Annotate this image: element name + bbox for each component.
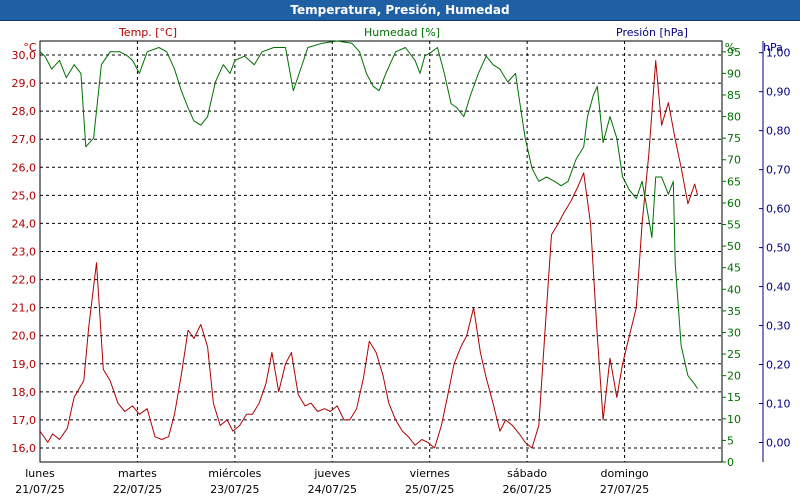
temperature-tick-label: 17,0 [12, 414, 37, 427]
temperature-ticks: 16,0 17,0 18,0 19,0 20,0 21,0 22,0 23,0 24,0 25,0… [12, 49, 37, 455]
pressure-tick-label: 0,30 [766, 320, 791, 333]
chart-svg: Temp. [°C] Humedad [%] Presión [hPa] °C … [12, 26, 791, 496]
humidity-tick-label: 85 [727, 89, 741, 102]
day-label: lunes [25, 467, 55, 480]
humidity-tick-label: 65 [727, 175, 741, 188]
humidity-tick-label: 20 [727, 370, 741, 383]
temperature-tick-label: 30,0 [12, 49, 37, 62]
date-label: 25/07/25 [405, 483, 454, 496]
temperature-tick-label: 22,0 [12, 274, 37, 287]
pressure-tick-label: 0,60 [766, 203, 791, 216]
humidity-tick-label: 40 [727, 283, 741, 296]
pressure-tick-label: 0,70 [766, 164, 791, 177]
temperature-tick-label: 25,0 [12, 189, 37, 202]
humidity-tick-label: 5 [727, 434, 734, 447]
pressure-tick-label: 0,10 [766, 398, 791, 411]
pressure-tick-label: 0,40 [766, 281, 791, 294]
day-label: miércoles [208, 467, 261, 480]
temperature-tick-label: 18,0 [12, 386, 37, 399]
humidity-tick-label: 60 [727, 197, 741, 210]
humidity-tick-label: 50 [727, 240, 741, 253]
date-label: 23/07/25 [210, 483, 259, 496]
day-label: martes [118, 467, 157, 480]
date-label: 26/07/25 [502, 483, 551, 496]
humidity-tick-label: 15 [727, 391, 741, 404]
humidity-tick-label: 45 [727, 262, 741, 275]
pressure-tick-label: 0,80 [766, 125, 791, 138]
humidity-tick-label: 80 [727, 111, 741, 124]
humidity-tick-label: 95 [727, 46, 741, 59]
x-axis-labels: lunes 21/07/25 martes 22/07/25 miércoles 23/0… [15, 467, 649, 496]
date-label: 27/07/25 [600, 483, 649, 496]
humidity-series-line [39, 40, 699, 389]
pressure-axis-label: Presión [hPa] [616, 26, 688, 39]
pressure-tick-label: 0,20 [766, 359, 791, 372]
temperature-series-line [39, 60, 699, 449]
humidity-tick-label: 10 [727, 413, 741, 426]
day-label: jueves [313, 467, 350, 480]
date-label: 22/07/25 [113, 483, 162, 496]
temperature-tick-label: 24,0 [12, 217, 37, 230]
humidity-tick-label: 25 [727, 348, 741, 361]
temperature-tick-label: 21,0 [12, 302, 37, 315]
pressure-ticks: 0,00 0,10 0,20 0,30 0,40 0,50 0,60 0,70 0,80 0,90… [759, 47, 791, 450]
pressure-tick-label: 1,00 [766, 47, 791, 60]
pressure-tick-label: 0,90 [766, 86, 791, 99]
date-label: 21/07/25 [15, 483, 64, 496]
day-label: sábado [507, 467, 547, 480]
pressure-tick-label: 0,50 [766, 242, 791, 255]
temperature-tick-label: 19,0 [12, 358, 37, 371]
humidity-tick-label: 70 [727, 154, 741, 167]
humidity-axis-label: Humedad [%] [364, 26, 440, 39]
chart-window: Temperatura, Presión, Humedad Temp. [°C]… [0, 0, 800, 500]
day-label: domingo [600, 467, 648, 480]
pressure-tick-label: 0,00 [766, 437, 791, 450]
humidity-ticks: 0 5 10 15 20 25 30 35 40 45 50 55 60 65 70 75 80 85 90 95 [722, 46, 741, 469]
temperature-tick-label: 16,0 [12, 442, 37, 455]
temperature-axis-label: Temp. [°C] [118, 26, 177, 39]
humidity-tick-label: 90 [727, 67, 741, 80]
day-label: viernes [410, 467, 450, 480]
grid [40, 41, 722, 462]
temperature-tick-label: 20,0 [12, 330, 37, 343]
humidity-tick-label: 0 [727, 456, 734, 469]
humidity-tick-label: 35 [727, 305, 741, 318]
series [39, 40, 699, 449]
humidity-tick-label: 55 [727, 219, 741, 232]
temperature-tick-label: 29,0 [12, 77, 37, 90]
window-title: Temperatura, Presión, Humedad [0, 0, 800, 21]
temperature-tick-label: 27,0 [12, 133, 37, 146]
temperature-tick-label: 23,0 [12, 246, 37, 259]
humidity-tick-label: 75 [727, 132, 741, 145]
date-label: 24/07/25 [308, 483, 357, 496]
temperature-tick-label: 28,0 [12, 105, 37, 118]
humidity-tick-label: 30 [727, 326, 741, 339]
temperature-tick-label: 26,0 [12, 161, 37, 174]
